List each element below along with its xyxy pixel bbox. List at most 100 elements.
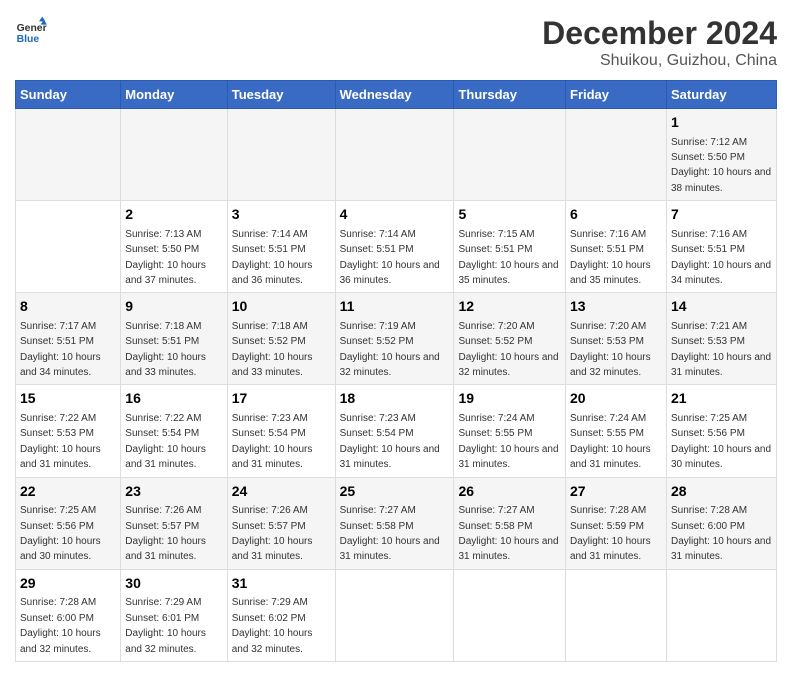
location-subtitle: Shuikou, Guizhou, China bbox=[542, 52, 777, 70]
logo-icon: General Blue bbox=[15, 15, 47, 47]
daylight-info: Daylight: 10 hours and 31 minutes. bbox=[125, 536, 206, 562]
daylight-info: Daylight: 10 hours and 31 minutes. bbox=[570, 536, 651, 562]
calendar-cell: 19Sunrise: 7:24 AMSunset: 5:55 PMDayligh… bbox=[454, 385, 566, 477]
sunset-info: Sunset: 5:51 PM bbox=[20, 336, 94, 347]
daylight-info: Daylight: 10 hours and 30 minutes. bbox=[20, 536, 101, 562]
calendar-cell bbox=[227, 109, 335, 201]
sunset-info: Sunset: 5:58 PM bbox=[340, 521, 414, 532]
sunrise-info: Sunrise: 7:28 AM bbox=[570, 505, 646, 516]
sunset-info: Sunset: 5:53 PM bbox=[570, 336, 644, 347]
sunset-info: Sunset: 5:51 PM bbox=[340, 244, 414, 255]
day-number: 16 bbox=[125, 389, 222, 409]
day-number: 24 bbox=[232, 482, 331, 502]
sunset-info: Sunset: 5:54 PM bbox=[125, 428, 199, 439]
header-friday: Friday bbox=[566, 81, 667, 109]
day-number: 22 bbox=[20, 482, 116, 502]
days-header-row: SundayMondayTuesdayWednesdayThursdayFrid… bbox=[16, 81, 777, 109]
sunset-info: Sunset: 5:56 PM bbox=[20, 521, 94, 532]
calendar-table: SundayMondayTuesdayWednesdayThursdayFrid… bbox=[15, 80, 777, 662]
sunset-info: Sunset: 5:56 PM bbox=[671, 428, 745, 439]
daylight-info: Daylight: 10 hours and 38 minutes. bbox=[671, 167, 771, 193]
sunset-info: Sunset: 5:55 PM bbox=[458, 428, 532, 439]
daylight-info: Daylight: 10 hours and 33 minutes. bbox=[232, 352, 313, 378]
sunset-info: Sunset: 5:50 PM bbox=[125, 244, 199, 255]
calendar-cell: 26Sunrise: 7:27 AMSunset: 5:58 PMDayligh… bbox=[454, 477, 566, 569]
day-number: 26 bbox=[458, 482, 561, 502]
sunset-info: Sunset: 5:51 PM bbox=[458, 244, 532, 255]
day-number: 19 bbox=[458, 389, 561, 409]
header-sunday: Sunday bbox=[16, 81, 121, 109]
day-number: 27 bbox=[570, 482, 662, 502]
day-number: 11 bbox=[340, 297, 450, 317]
daylight-info: Daylight: 10 hours and 31 minutes. bbox=[458, 536, 558, 562]
sunrise-info: Sunrise: 7:29 AM bbox=[232, 597, 308, 608]
calendar-cell: 15Sunrise: 7:22 AMSunset: 5:53 PMDayligh… bbox=[16, 385, 121, 477]
sunrise-info: Sunrise: 7:18 AM bbox=[232, 321, 308, 332]
sunrise-info: Sunrise: 7:27 AM bbox=[458, 505, 534, 516]
sunrise-info: Sunrise: 7:28 AM bbox=[671, 505, 747, 516]
page-header: General Blue December 2024 Shuikou, Guiz… bbox=[15, 15, 777, 70]
sunrise-info: Sunrise: 7:23 AM bbox=[232, 413, 308, 424]
sunset-info: Sunset: 5:57 PM bbox=[125, 521, 199, 532]
sunrise-info: Sunrise: 7:14 AM bbox=[232, 229, 308, 240]
calendar-cell: 14Sunrise: 7:21 AMSunset: 5:53 PMDayligh… bbox=[666, 293, 776, 385]
sunrise-info: Sunrise: 7:26 AM bbox=[125, 505, 201, 516]
week-row-1: 1Sunrise: 7:12 AMSunset: 5:50 PMDaylight… bbox=[16, 109, 777, 201]
sunrise-info: Sunrise: 7:27 AM bbox=[340, 505, 416, 516]
daylight-info: Daylight: 10 hours and 32 minutes. bbox=[340, 352, 440, 378]
week-row-6: 29Sunrise: 7:28 AMSunset: 6:00 PMDayligh… bbox=[16, 569, 777, 661]
sunrise-info: Sunrise: 7:25 AM bbox=[20, 505, 96, 516]
daylight-info: Daylight: 10 hours and 32 minutes. bbox=[232, 628, 313, 654]
sunset-info: Sunset: 5:51 PM bbox=[125, 336, 199, 347]
calendar-cell bbox=[454, 569, 566, 661]
week-row-4: 15Sunrise: 7:22 AMSunset: 5:53 PMDayligh… bbox=[16, 385, 777, 477]
calendar-cell bbox=[335, 569, 454, 661]
day-number: 14 bbox=[671, 297, 772, 317]
sunset-info: Sunset: 5:51 PM bbox=[570, 244, 644, 255]
day-number: 25 bbox=[340, 482, 450, 502]
calendar-cell: 22 Sunrise: 7:25 AM Sunset: 5:56 PM Dayligh… bbox=[16, 477, 121, 569]
week-row-3: 8Sunrise: 7:17 AMSunset: 5:51 PMDaylight… bbox=[16, 293, 777, 385]
logo: General Blue bbox=[15, 15, 47, 47]
calendar-cell: 13Sunrise: 7:20 AMSunset: 5:53 PMDayligh… bbox=[566, 293, 667, 385]
sunset-info: Sunset: 5:51 PM bbox=[671, 244, 745, 255]
calendar-cell bbox=[566, 569, 667, 661]
calendar-cell: 28Sunrise: 7:28 AMSunset: 6:00 PMDayligh… bbox=[666, 477, 776, 569]
sunrise-info: Sunrise: 7:26 AM bbox=[232, 505, 308, 516]
sunrise-info: Sunrise: 7:22 AM bbox=[20, 413, 96, 424]
calendar-cell: 7Sunrise: 7:16 AMSunset: 5:51 PMDaylight… bbox=[666, 201, 776, 293]
daylight-info: Daylight: 10 hours and 31 minutes. bbox=[671, 352, 771, 378]
calendar-cell bbox=[566, 109, 667, 201]
svg-text:General: General bbox=[17, 23, 47, 34]
daylight-info: Daylight: 10 hours and 36 minutes. bbox=[340, 260, 440, 286]
header-wednesday: Wednesday bbox=[335, 81, 454, 109]
calendar-cell: 12Sunrise: 7:20 AMSunset: 5:52 PMDayligh… bbox=[454, 293, 566, 385]
daylight-info: Daylight: 10 hours and 32 minutes. bbox=[125, 628, 206, 654]
sunset-info: Sunset: 5:52 PM bbox=[458, 336, 532, 347]
day-number: 6 bbox=[570, 205, 662, 225]
day-number: 31 bbox=[232, 574, 331, 594]
daylight-info: Daylight: 10 hours and 31 minutes. bbox=[570, 444, 651, 470]
daylight-info: Daylight: 10 hours and 30 minutes. bbox=[671, 444, 771, 470]
sunset-info: Sunset: 5:51 PM bbox=[232, 244, 306, 255]
sunset-info: Sunset: 5:54 PM bbox=[340, 428, 414, 439]
sunset-info: Sunset: 5:53 PM bbox=[20, 428, 94, 439]
sunrise-info: Sunrise: 7:19 AM bbox=[340, 321, 416, 332]
calendar-cell: 1Sunrise: 7:12 AMSunset: 5:50 PMDaylight… bbox=[666, 109, 776, 201]
day-number: 9 bbox=[125, 297, 222, 317]
daylight-info: Daylight: 10 hours and 31 minutes. bbox=[232, 536, 313, 562]
calendar-cell bbox=[121, 109, 227, 201]
calendar-cell: 6Sunrise: 7:16 AMSunset: 5:51 PMDaylight… bbox=[566, 201, 667, 293]
calendar-cell: 29Sunrise: 7:28 AMSunset: 6:00 PMDayligh… bbox=[16, 569, 121, 661]
sunrise-info: Sunrise: 7:28 AM bbox=[20, 597, 96, 608]
day-number: 5 bbox=[458, 205, 561, 225]
day-number: 18 bbox=[340, 389, 450, 409]
calendar-cell: 10Sunrise: 7:18 AMSunset: 5:52 PMDayligh… bbox=[227, 293, 335, 385]
daylight-info: Daylight: 10 hours and 35 minutes. bbox=[570, 260, 651, 286]
daylight-info: Daylight: 10 hours and 34 minutes. bbox=[20, 352, 101, 378]
day-number: 28 bbox=[671, 482, 772, 502]
calendar-cell: 27Sunrise: 7:28 AMSunset: 5:59 PMDayligh… bbox=[566, 477, 667, 569]
calendar-cell: 9Sunrise: 7:18 AMSunset: 5:51 PMDaylight… bbox=[121, 293, 227, 385]
daylight-info: Daylight: 10 hours and 36 minutes. bbox=[232, 260, 313, 286]
header-thursday: Thursday bbox=[454, 81, 566, 109]
